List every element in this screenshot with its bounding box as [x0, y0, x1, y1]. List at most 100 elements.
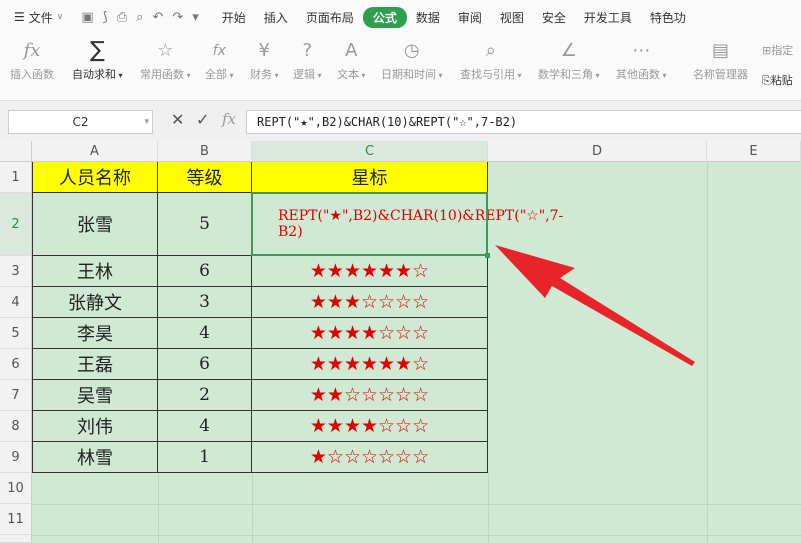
financial-button[interactable]: ¥ 财务 ▾ — [250, 38, 279, 82]
paste-button[interactable]: ⎘粘贴 — [762, 72, 793, 88]
column-header-e[interactable]: E — [707, 141, 801, 162]
menu-bar: ☰ 文件 ∨ ▣ ⟆ ⎙ ⌕ ↶ ↷ ▾ 开始 插入 页面布局 公式 数据 审阅… — [0, 0, 801, 34]
save-icon[interactable]: ▣ — [81, 10, 93, 25]
cell-name[interactable]: 王磊 — [33, 349, 158, 380]
cell-name[interactable]: 刘伟 — [33, 411, 158, 442]
cell-level[interactable]: 4 — [158, 411, 252, 442]
undo-icon[interactable]: ↶ — [152, 10, 163, 25]
logical-button[interactable]: ? 逻辑 ▾ — [293, 38, 322, 82]
cell-level[interactable]: 3 — [158, 287, 252, 318]
date-time-button[interactable]: ◷ 日期和时间 ▾ — [381, 38, 443, 82]
row-header-12[interactable] — [0, 535, 32, 543]
tab-data[interactable]: 数据 — [407, 9, 449, 26]
all-functions-label: 全部 — [205, 68, 227, 81]
row-header-10[interactable]: 10 — [0, 473, 32, 504]
column-header-d[interactable]: D — [488, 141, 707, 162]
fx-icon[interactable]: fx — [222, 110, 236, 128]
chevron-down-icon: ▾ — [272, 71, 279, 80]
chevron-down-icon: ▾ — [436, 71, 443, 80]
row-header-8[interactable]: 8 — [0, 411, 32, 442]
select-all-corner[interactable] — [0, 141, 32, 162]
name-manager-label: 名称管理器 — [693, 68, 748, 81]
tab-review[interactable]: 审阅 — [449, 9, 491, 26]
insert-function-button[interactable]: fx 插入函数 — [10, 38, 54, 82]
cell-level[interactable]: 2 — [158, 380, 252, 411]
autosum-button[interactable]: ∑ 自动求和 ▾ — [72, 38, 123, 82]
cell-level[interactable]: 6 — [158, 349, 252, 380]
row-header-3[interactable]: 3 — [0, 256, 32, 287]
row-header-5[interactable]: 5 — [0, 318, 32, 349]
specify-button[interactable]: ⊞指定 — [762, 42, 793, 58]
cell-level[interactable]: 1 — [158, 442, 252, 473]
name-box[interactable]: C2 ▾ — [8, 110, 153, 134]
tab-developer[interactable]: 开发工具 — [575, 9, 641, 26]
cell-stars[interactable]: ★★★★☆☆☆ — [252, 411, 488, 442]
cell-name[interactable]: 林雪 — [33, 442, 158, 473]
tab-features[interactable]: 特色功 — [641, 9, 695, 26]
cell-stars[interactable]: ★★★★☆☆☆ — [252, 318, 488, 349]
row-header-6[interactable]: 6 — [0, 349, 32, 380]
row-header-4[interactable]: 4 — [0, 287, 32, 318]
cell-stars[interactable]: ★★☆☆☆☆☆ — [252, 380, 488, 411]
tab-home[interactable]: 开始 — [213, 9, 255, 26]
row-header-9[interactable]: 9 — [0, 442, 32, 473]
row-header-1[interactable]: 1 — [0, 162, 32, 193]
cell-name[interactable]: 张静文 — [33, 287, 158, 318]
date-time-label: 日期和时间 — [381, 68, 436, 81]
ellipsis-icon: ⋯ — [632, 40, 651, 61]
text-label: 文本 — [337, 68, 359, 81]
cell-name[interactable]: 张雪 — [33, 193, 158, 256]
hamburger-icon: ☰ — [14, 10, 25, 24]
gridline — [488, 473, 489, 543]
file-menu[interactable]: ☰ 文件 ∨ — [0, 9, 69, 26]
math-icon: ∠ — [560, 40, 577, 61]
fill-handle[interactable] — [485, 253, 490, 258]
cell-name[interactable]: 王林 — [33, 256, 158, 287]
cell-stars[interactable]: ★★★★★★☆ — [252, 256, 488, 287]
more-functions-label: 其他函数 — [616, 68, 660, 81]
cell-name[interactable]: 李昊 — [33, 318, 158, 349]
chevron-down-icon: ▾ — [227, 71, 234, 80]
all-functions-button[interactable]: fx 全部 ▾ — [205, 38, 234, 82]
header-cell-name[interactable]: 人员名称 — [33, 162, 158, 193]
row-header-2[interactable]: 2 — [0, 193, 32, 256]
cell-stars[interactable]: ★☆☆☆☆☆☆ — [252, 442, 488, 473]
tab-formulas[interactable]: 公式 — [362, 6, 407, 28]
column-header-c[interactable]: C — [252, 141, 488, 162]
tab-insert[interactable]: 插入 — [255, 9, 297, 26]
redo-icon[interactable]: ↷ — [172, 10, 183, 25]
format-painter-icon[interactable]: ⟆ — [103, 10, 108, 25]
print-icon[interactable]: ⎙ — [117, 10, 127, 25]
cell-stars[interactable]: ★★★★★★☆ — [252, 349, 488, 380]
tab-security[interactable]: 安全 — [533, 9, 575, 26]
common-functions-button[interactable]: ☆ 常用函数 ▾ — [140, 38, 191, 82]
cancel-icon[interactable]: ✕ — [171, 110, 184, 129]
cell-level[interactable]: 5 — [158, 193, 252, 256]
cell-stars[interactable]: ★★★☆☆☆☆ — [252, 287, 488, 318]
formula-input[interactable]: REPT("★",B2)&CHAR(10)&REPT("☆",7-B2) — [246, 110, 801, 134]
tab-page-layout[interactable]: 页面布局 — [297, 9, 363, 26]
print-preview-icon[interactable]: ⌕ — [136, 10, 143, 25]
header-cell-level[interactable]: 等级 — [158, 162, 252, 193]
column-header-b[interactable]: B — [158, 141, 252, 162]
cell-level[interactable]: 4 — [158, 318, 252, 349]
text-button[interactable]: A 文本 ▾ — [337, 38, 366, 82]
row-header-11[interactable]: 11 — [0, 504, 32, 535]
lookup-reference-button[interactable]: ⌕ 查找与引用 ▾ — [460, 38, 522, 82]
row-header-7[interactable]: 7 — [0, 380, 32, 411]
column-header-a[interactable]: A — [32, 141, 158, 162]
chevron-down-icon: ∨ — [56, 12, 64, 22]
magnifier-icon: ⌕ — [485, 40, 496, 61]
customize-toolbar-icon[interactable]: ▾ — [192, 10, 199, 25]
confirm-icon[interactable]: ✓ — [196, 110, 209, 129]
cell-stars-formula[interactable]: REPT("★",B2)&CHAR(10)&REPT("☆",7-B2) — [252, 193, 563, 256]
header-cell-stars[interactable]: 星标 — [252, 162, 488, 193]
math-trig-button[interactable]: ∠ 数学和三角 ▾ — [538, 38, 600, 82]
cell-name[interactable]: 吴雪 — [33, 380, 158, 411]
more-functions-button[interactable]: ⋯ 其他函数 ▾ — [616, 38, 667, 82]
specify-label: 指定 — [771, 44, 794, 57]
gridline — [32, 504, 801, 505]
name-manager-button[interactable]: ▤ 名称管理器 — [693, 38, 748, 82]
tab-view[interactable]: 视图 — [491, 9, 533, 26]
cell-level[interactable]: 6 — [158, 256, 252, 287]
